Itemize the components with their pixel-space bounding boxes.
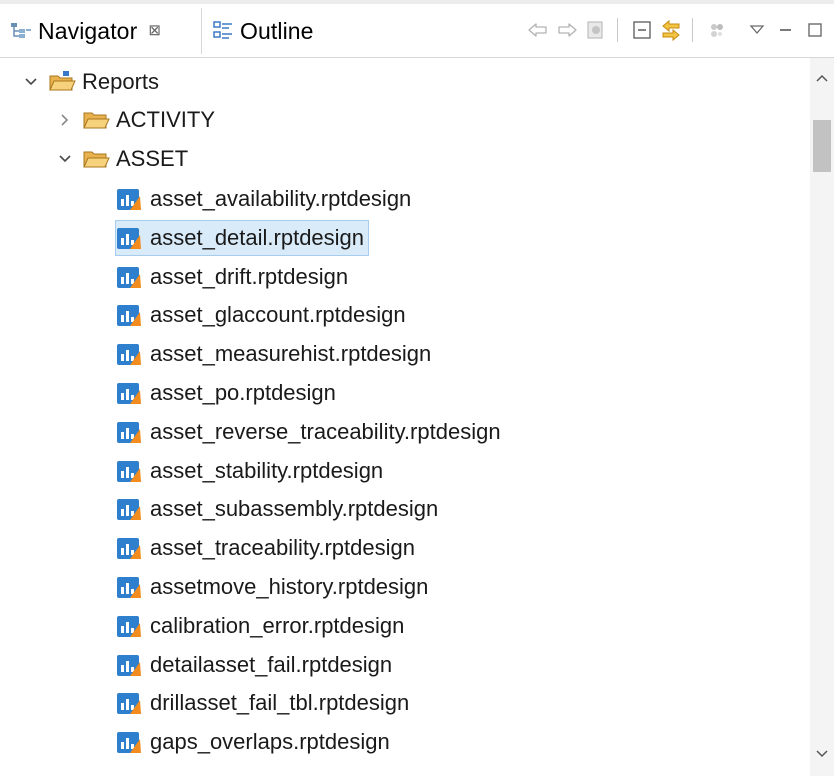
toolbar-separator bbox=[617, 18, 618, 42]
close-icon[interactable]: ⊠ bbox=[148, 21, 161, 39]
folder-icon bbox=[82, 108, 110, 132]
project-folder-icon bbox=[48, 70, 76, 94]
tree-item-reports[interactable]: Reports bbox=[20, 65, 159, 99]
tree-item-label: asset_traceability.rptdesign bbox=[150, 535, 415, 560]
tree-item-label: calibration_error.rptdesign bbox=[150, 613, 405, 638]
tree-item-file[interactable]: asset_traceability.rptdesign bbox=[116, 531, 415, 565]
forward-arrow-icon[interactable] bbox=[554, 17, 580, 43]
scroll-up-icon[interactable] bbox=[810, 64, 834, 92]
tree-item-label: ACTIVITY bbox=[116, 107, 216, 132]
tree-item-label: asset_stability.rptdesign bbox=[150, 458, 384, 483]
report-design-icon bbox=[116, 341, 142, 367]
tab-navigator[interactable]: Navigator ⊠ bbox=[0, 8, 202, 54]
filters-icon[interactable] bbox=[704, 17, 730, 43]
tree-item-file[interactable]: gaps_overlaps.rptdesign bbox=[116, 725, 390, 759]
back-arrow-icon[interactable] bbox=[525, 17, 551, 43]
tree-item-file[interactable]: asset_drift.rptdesign bbox=[116, 260, 348, 294]
navigator-tree: Reports ACTIVITY ASSET asset_availabilit… bbox=[0, 58, 810, 776]
report-design-icon bbox=[116, 419, 142, 445]
tree-item-file[interactable]: calibration_error.rptdesign bbox=[116, 609, 404, 643]
vertical-scrollbar[interactable] bbox=[810, 58, 834, 776]
view-toolbar bbox=[522, 14, 828, 46]
tree-item-file[interactable]: asset_detail.rptdesign bbox=[114, 220, 370, 256]
collapse-all-icon[interactable] bbox=[629, 17, 655, 43]
report-design-icon bbox=[116, 302, 142, 328]
report-design-icon bbox=[116, 186, 142, 212]
report-design-icon bbox=[116, 264, 142, 290]
toolbar-separator bbox=[692, 18, 693, 42]
report-design-icon bbox=[116, 535, 142, 561]
tree-item-label: drillasset_fail_tbl.rptdesign bbox=[150, 690, 410, 715]
tab-bar-top-border bbox=[0, 0, 834, 4]
report-design-icon bbox=[116, 458, 142, 484]
report-design-icon bbox=[116, 652, 142, 678]
navigator-icon bbox=[10, 20, 32, 42]
link-with-editor-icon[interactable] bbox=[658, 17, 684, 43]
tab-outline-label: Outline bbox=[240, 17, 314, 44]
minimize-icon[interactable] bbox=[773, 17, 799, 43]
tree-item-file[interactable]: asset_availability.rptdesign bbox=[116, 182, 411, 216]
tree-item-label: assetmove_history.rptdesign bbox=[150, 574, 429, 599]
report-design-icon bbox=[116, 613, 142, 639]
view-menu-icon[interactable] bbox=[744, 17, 770, 43]
tree-item-label: asset_glaccount.rptdesign bbox=[150, 302, 406, 327]
report-design-icon bbox=[116, 380, 142, 406]
scrollbar-thumb[interactable] bbox=[813, 120, 831, 172]
tree-item-label: gaps_overlaps.rptdesign bbox=[150, 729, 390, 754]
tree-item-file[interactable]: asset_subassembly.rptdesign bbox=[116, 492, 438, 526]
tree-item-file[interactable]: asset_reverse_traceability.rptdesign bbox=[116, 415, 501, 449]
report-design-icon bbox=[116, 574, 142, 600]
report-design-icon bbox=[116, 496, 142, 522]
go-into-icon[interactable] bbox=[583, 17, 609, 43]
chevron-down-icon[interactable] bbox=[20, 71, 42, 93]
tree-item-file[interactable]: asset_measurehist.rptdesign bbox=[116, 337, 431, 371]
tree-item-file[interactable]: asset_po.rptdesign bbox=[116, 376, 336, 410]
tree-item-file[interactable]: asset_stability.rptdesign bbox=[116, 454, 383, 488]
maximize-icon[interactable] bbox=[802, 17, 828, 43]
chevron-down-icon[interactable] bbox=[54, 148, 76, 170]
report-design-icon bbox=[116, 225, 142, 251]
tree-item-label: asset_reverse_traceability.rptdesign bbox=[150, 419, 501, 444]
tree-item-activity[interactable]: ACTIVITY bbox=[54, 103, 215, 137]
outline-icon bbox=[212, 20, 234, 42]
tree-item-label: asset_drift.rptdesign bbox=[150, 264, 349, 289]
tree-item-file[interactable]: assetmove_history.rptdesign bbox=[116, 570, 428, 604]
tree-item-label: asset_detail.rptdesign bbox=[150, 225, 365, 250]
folder-icon bbox=[82, 147, 110, 171]
tab-outline[interactable]: Outline bbox=[206, 8, 346, 54]
report-design-icon bbox=[116, 690, 142, 716]
tree-item-label: ASSET bbox=[116, 146, 189, 171]
tree-item-label: Reports bbox=[82, 69, 160, 94]
tree-item-label: asset_po.rptdesign bbox=[150, 380, 336, 405]
view-tab-bar: Navigator ⊠ Outline bbox=[0, 0, 834, 58]
tree-item-file[interactable]: detailasset_fail.rptdesign bbox=[116, 648, 392, 682]
tree-item-file[interactable]: asset_glaccount.rptdesign bbox=[116, 298, 406, 332]
tree-item-label: detailasset_fail.rptdesign bbox=[150, 652, 393, 677]
scroll-down-icon[interactable] bbox=[810, 740, 834, 768]
tree-item-file[interactable]: drillasset_fail_tbl.rptdesign bbox=[116, 686, 409, 720]
chevron-right-icon[interactable] bbox=[54, 109, 76, 131]
tree-item-label: asset_availability.rptdesign bbox=[150, 186, 412, 211]
tab-navigator-label: Navigator bbox=[38, 17, 138, 44]
tree-item-asset[interactable]: ASSET bbox=[54, 142, 188, 176]
report-design-icon bbox=[116, 729, 142, 755]
tree-item-label: asset_measurehist.rptdesign bbox=[150, 341, 432, 366]
tree-item-label: asset_subassembly.rptdesign bbox=[150, 496, 439, 521]
